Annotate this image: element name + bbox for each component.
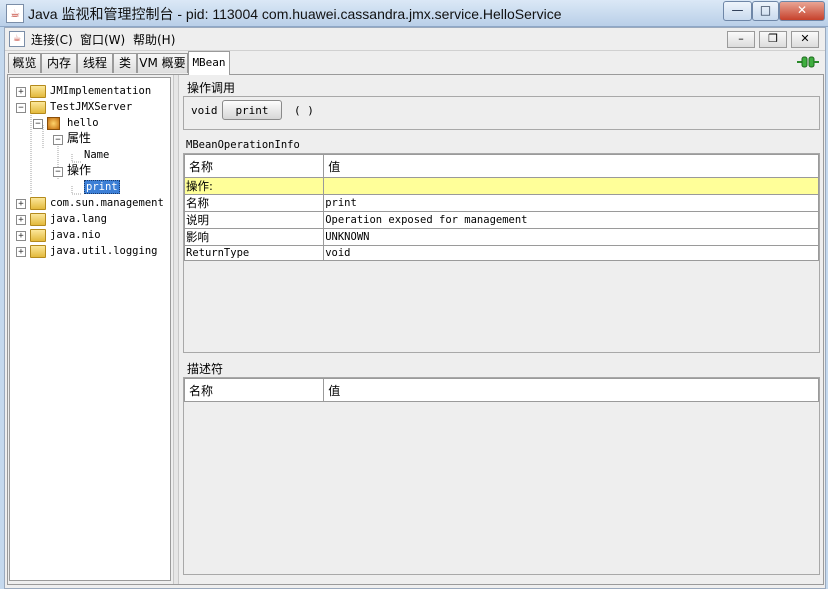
descriptor-table: 名称 值 — [183, 378, 819, 402]
tab-vm-summary[interactable]: VM 概要 — [137, 53, 188, 73]
tree-node-label: 属性 — [67, 131, 92, 145]
menu-connect[interactable]: 连接(C) — [31, 31, 73, 48]
tree-node-label: hello — [67, 117, 99, 129]
table-row[interactable]: 说明 Operation exposed for management — [183, 211, 819, 229]
invoke-print-button[interactable]: print — [222, 100, 282, 120]
descriptor-title: 描述符 — [187, 362, 224, 376]
operation-invocation-panel: void print ( ) — [183, 96, 820, 130]
folder-icon — [30, 229, 46, 242]
java-app-icon: ☕ — [6, 4, 24, 23]
tab-threads[interactable]: 线程 — [77, 53, 113, 73]
cell-value: Operation exposed for management — [323, 211, 819, 229]
table-row[interactable]: 名称 print — [183, 194, 819, 212]
tree-collapse-icon[interactable]: − — [33, 119, 43, 129]
tree-expand-icon[interactable]: + — [16, 199, 26, 209]
mbean-operation-info-panel: 名称 值 操作: 名称 print 说明 Operation exposed f… — [183, 153, 820, 353]
java-menu-icon[interactable]: ☕ — [9, 31, 25, 47]
window-minimize-button[interactable]: — — [723, 1, 752, 21]
tree-node-label: 操作 — [67, 163, 92, 177]
cell-name: 名称 — [183, 194, 325, 212]
cell-value — [323, 177, 819, 195]
tree-node-label: java.lang — [50, 213, 107, 225]
mbean-tree[interactable]: + JMImplementation − TestJMXServer − hel… — [9, 77, 171, 581]
window-title-bar[interactable]: ☕ Java 监视和管理控制台 - pid: 113004 com.huawei… — [0, 0, 828, 27]
cell-value: void — [323, 245, 819, 261]
tree-collapse-icon[interactable]: − — [16, 103, 26, 113]
cell-name: 影响 — [183, 228, 325, 246]
column-header-name[interactable]: 名称 — [183, 378, 325, 402]
column-header-value[interactable]: 值 — [323, 378, 819, 402]
mbean-operation-info-title: MBeanOperationInfo — [186, 139, 300, 151]
folder-icon — [30, 245, 46, 258]
inner-close-button[interactable]: ✕ — [791, 31, 819, 48]
operation-invocation-title: 操作调用 — [187, 81, 236, 95]
cell-name: ReturnType — [183, 245, 325, 261]
cell-value: UNKNOWN — [323, 228, 819, 246]
folder-icon — [30, 101, 46, 114]
inner-minimize-button[interactable]: – — [727, 31, 755, 48]
folder-icon — [30, 85, 46, 98]
tree-collapse-icon[interactable]: − — [53, 167, 63, 177]
operation-params: ( ) — [294, 104, 314, 117]
table-row-highlighted[interactable]: 操作: — [183, 177, 819, 195]
tree-expand-icon[interactable]: + — [16, 247, 26, 257]
tree-node-label: com.sun.management — [50, 197, 164, 209]
column-header-name[interactable]: 名称 — [183, 154, 325, 178]
tab-bar: 概览 内存 线程 类 VM 概要 MBean — [5, 50, 825, 75]
descriptor-panel: 名称 值 — [183, 377, 820, 575]
menu-help[interactable]: 帮助(H) — [133, 31, 175, 48]
mbean-tab-content: + JMImplementation − TestJMXServer − hel… — [7, 74, 824, 585]
tree-collapse-icon[interactable]: − — [53, 135, 63, 145]
tab-memory[interactable]: 内存 — [41, 53, 77, 73]
tree-node-label: java.util.logging — [50, 245, 158, 257]
connection-status-icon — [797, 56, 819, 68]
folder-icon — [30, 213, 46, 226]
tree-expand-icon[interactable]: + — [16, 87, 26, 97]
tree-node-name[interactable]: Name — [84, 148, 109, 162]
jconsole-app: ☕ 连接(C) 窗口(W) 帮助(H) – ❐ ✕ 概览 内存 线程 类 VM … — [4, 27, 826, 589]
cell-value: print — [323, 194, 819, 212]
menu-bar: ☕ 连接(C) 窗口(W) 帮助(H) – ❐ ✕ — [5, 28, 825, 51]
tree-node-label: java.nio — [50, 229, 101, 241]
tree-node-label-selected: print — [84, 180, 120, 194]
cell-name: 操作: — [183, 177, 325, 195]
column-header-value[interactable]: 值 — [323, 154, 819, 178]
window-close-button[interactable]: ✕ — [779, 1, 825, 21]
operation-return-type: void — [191, 104, 218, 117]
cell-name: 说明 — [183, 211, 325, 229]
tree-node-label: Name — [84, 149, 110, 161]
mbean-icon — [47, 117, 60, 130]
menu-window[interactable]: 窗口(W) — [80, 31, 125, 48]
inner-restore-button[interactable]: ❐ — [759, 31, 787, 48]
tree-node-print[interactable]: print — [84, 180, 120, 194]
tab-mbean[interactable]: MBean — [188, 51, 230, 75]
mbean-detail-pane: 操作调用 void print ( ) MBeanOperationInfo 名… — [179, 77, 820, 579]
table-row[interactable]: ReturnType void — [183, 245, 819, 261]
tree-node-label: JMImplementation — [50, 85, 152, 97]
folder-icon — [30, 197, 46, 210]
tab-overview[interactable]: 概览 — [8, 53, 41, 73]
window-title: Java 监视和管理控制台 - pid: 113004 com.huawei.c… — [28, 6, 562, 22]
tree-node-label: TestJMXServer — [50, 101, 133, 113]
window-maximize-button[interactable]: □ — [752, 1, 779, 21]
operation-info-table: 名称 值 操作: 名称 print 说明 Operation exposed f… — [183, 154, 819, 261]
tree-expand-icon[interactable]: + — [16, 215, 26, 225]
tab-classes[interactable]: 类 — [113, 53, 137, 73]
tree-expand-icon[interactable]: + — [16, 231, 26, 241]
table-row[interactable]: 影响 UNKNOWN — [183, 228, 819, 246]
